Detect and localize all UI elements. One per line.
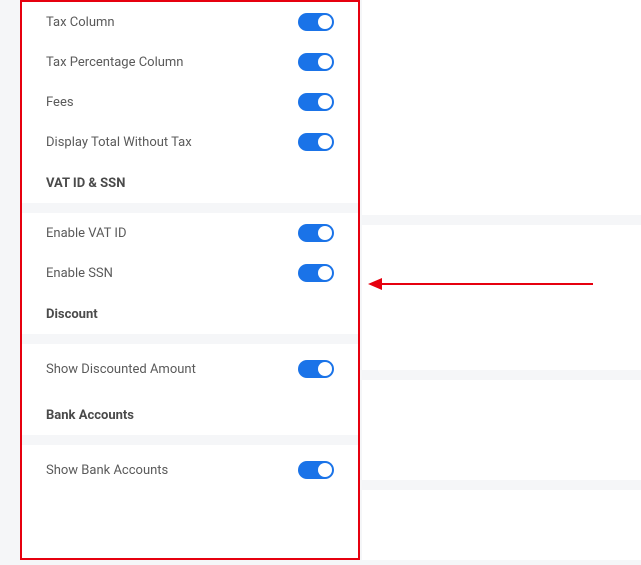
label-enable-vat-id: Enable VAT ID (46, 226, 126, 241)
band-gap (362, 215, 641, 225)
right-background-band (362, 0, 641, 560)
toggle-display-total-without-tax[interactable] (298, 133, 334, 151)
setting-row-show-discounted-amount: Show Discounted Amount (22, 344, 358, 394)
label-fees: Fees (46, 95, 74, 110)
section-header-vat-id-ssn: VAT ID & SSN (22, 162, 358, 203)
section-header-discount: Discount (22, 293, 358, 334)
label-tax-percentage-column: Tax Percentage Column (46, 55, 183, 70)
band-gap (362, 480, 641, 490)
label-enable-ssn: Enable SSN (46, 266, 113, 281)
section-header-bank-accounts: Bank Accounts (22, 394, 358, 435)
toggle-enable-vat-id[interactable] (298, 224, 334, 242)
label-tax-column: Tax Column (46, 15, 115, 30)
toggle-show-bank-accounts[interactable] (298, 461, 334, 479)
toggle-tax-percentage-column[interactable] (298, 53, 334, 71)
setting-row-tax-column: Tax Column (22, 2, 358, 42)
label-show-discounted-amount: Show Discounted Amount (46, 362, 196, 377)
section-break (22, 435, 358, 445)
setting-row-tax-percentage-column: Tax Percentage Column (22, 42, 358, 82)
section-break (22, 334, 358, 344)
settings-panel: Tax Column Tax Percentage Column Fees Di… (20, 0, 360, 560)
label-display-total-without-tax: Display Total Without Tax (46, 135, 192, 150)
setting-row-enable-ssn: Enable SSN (22, 253, 358, 293)
setting-row-show-bank-accounts: Show Bank Accounts (22, 445, 358, 495)
band-gap (362, 370, 641, 380)
label-show-bank-accounts: Show Bank Accounts (46, 463, 168, 478)
setting-row-display-total-without-tax: Display Total Without Tax (22, 122, 358, 162)
toggle-fees[interactable] (298, 93, 334, 111)
section-break (22, 203, 358, 213)
setting-row-enable-vat-id: Enable VAT ID (22, 213, 358, 253)
toggle-enable-ssn[interactable] (298, 264, 334, 282)
toggle-tax-column[interactable] (298, 13, 334, 31)
toggle-show-discounted-amount[interactable] (298, 360, 334, 378)
setting-row-fees: Fees (22, 82, 358, 122)
